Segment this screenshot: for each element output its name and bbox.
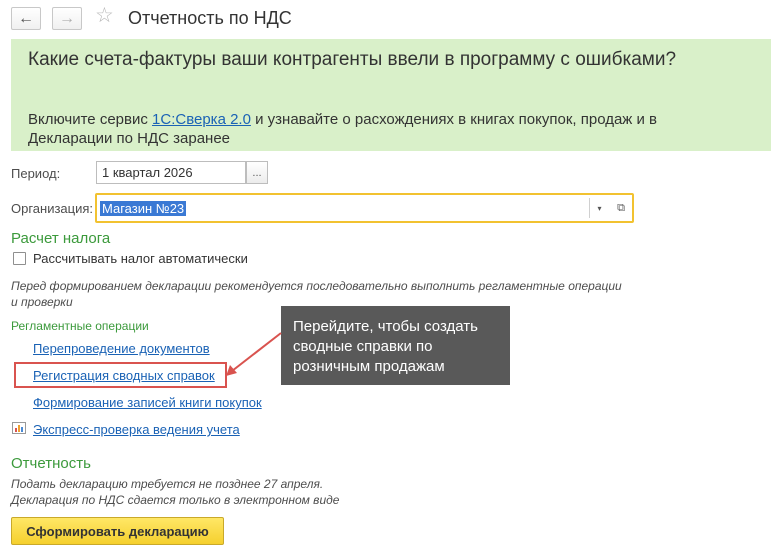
arrow-left-icon: ← (18, 9, 34, 27)
forward-button[interactable]: → (52, 7, 82, 30)
dropdown-arrow-icon[interactable]: ▾ (589, 198, 609, 218)
banner-text-before: Включите сервис (28, 111, 153, 128)
tooltip-callout: Перейдите, чтобы создать сводные справки… (281, 306, 510, 385)
organization-value: Магазин №23 (100, 200, 187, 216)
tax-calc-title: Расчет налога (11, 230, 111, 247)
period-label: Период: (11, 166, 61, 181)
organization-label: Организация: (11, 201, 94, 216)
create-declaration-button[interactable]: Сформировать декларацию (11, 517, 224, 545)
period-select-button[interactable]: ... (246, 161, 268, 184)
organization-field[interactable]: Магазин №23 ▾ ⧉ (95, 193, 634, 223)
banner-title: Какие счета-фактуры ваши контрагенты вве… (28, 49, 677, 70)
purchase-book-link[interactable]: Формирование записей книги покупок (33, 395, 262, 410)
arrow-right-icon: → (59, 9, 75, 27)
promo-banner: Какие счета-фактуры ваши контрагенты вве… (11, 39, 771, 151)
routine-ops-title: Регламентные операции (11, 319, 149, 333)
title-bar: ← → ☆ Отчетность по НДС (0, 0, 771, 36)
summary-certificates-link[interactable]: Регистрация сводных справок (33, 368, 215, 383)
form-title: Отчетность по НДС (128, 8, 292, 28)
open-item-icon[interactable]: ⧉ (611, 198, 631, 218)
reporting-title: Отчетность (11, 455, 91, 472)
auto-tax-checkbox[interactable] (13, 252, 26, 265)
reposting-documents-link[interactable]: Перепроведение документов (33, 341, 210, 356)
express-check-link[interactable]: Экспресс-проверка ведения учета (33, 422, 240, 437)
deadline-note: Подать декларацию требуется не позднее 2… (11, 477, 324, 491)
favorite-star-icon[interactable]: ☆ (95, 5, 114, 26)
banner-text: Включите сервис 1С:Сверка 2.0 и узнавайт… (28, 110, 728, 148)
chart-icon (12, 422, 26, 434)
back-button[interactable]: ← (11, 7, 41, 30)
auto-tax-checkbox-label[interactable]: Рассчитывать налог автоматически (33, 251, 248, 266)
period-field[interactable]: 1 квартал 2026 (96, 161, 246, 184)
callout-arrow-icon (226, 332, 282, 376)
organization-input[interactable]: Магазин №23 (100, 198, 588, 218)
sverka-link[interactable]: 1С:Сверка 2.0 (152, 111, 251, 128)
electronic-note: Декларация по НДС сдается только в элект… (11, 493, 340, 507)
